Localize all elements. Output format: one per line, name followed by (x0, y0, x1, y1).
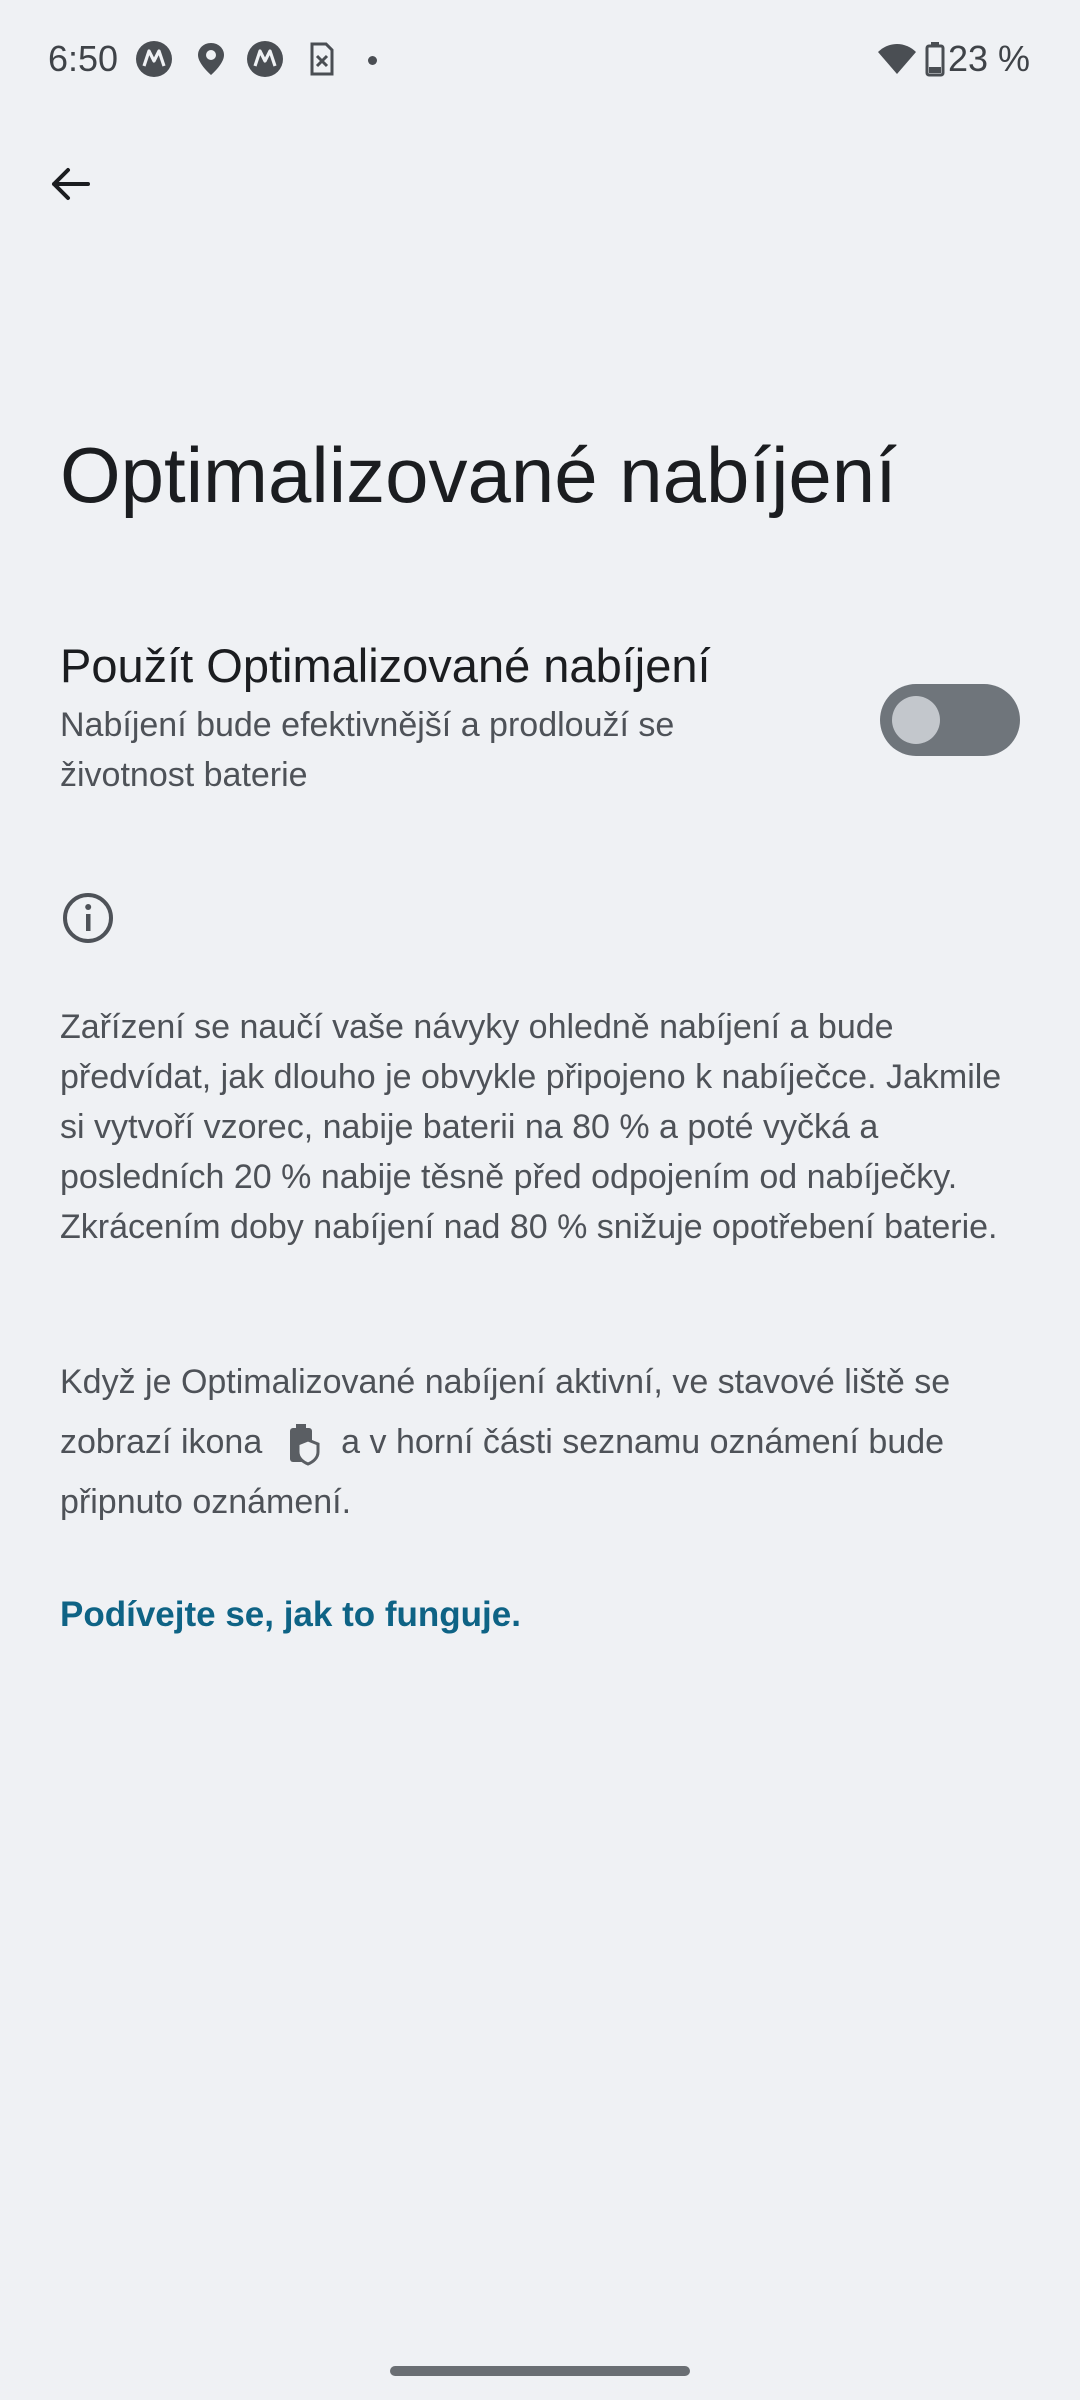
sim-off-icon (310, 42, 334, 76)
battery-percent: 23 % (948, 38, 1031, 79)
battery-shield-icon (289, 1424, 320, 1466)
status-bar: 6:50 23 % (0, 0, 1080, 124)
how-it-works-link[interactable]: Podívejte se, jak to funguje. (60, 1595, 521, 1635)
toggle-knob (892, 696, 940, 744)
gesture-nav-handle[interactable] (390, 2366, 690, 2376)
wifi-icon (878, 44, 916, 74)
optimized-charging-toggle[interactable] (880, 684, 1020, 756)
info-paragraph-2: Když je Optimalizované nabíjení aktivní,… (60, 1352, 1020, 1532)
dot-icon (368, 56, 377, 65)
info-icon (63, 893, 113, 943)
arrow-back-icon (52, 168, 90, 200)
status-time: 6:50 (48, 38, 119, 79)
optimized-charging-setting[interactable]: Použít Optimalizované nabíjení Nabíjení … (0, 620, 1080, 820)
moto-icon (136, 41, 172, 77)
setting-title: Použít Optimalizované nabíjení (60, 639, 711, 692)
moto-icon (247, 41, 283, 77)
setting-summary: Nabíjení bude efektivnější a prodlouží s… (60, 706, 675, 794)
battery-icon (925, 42, 945, 77)
page-title: Optimalizované nabíjení (60, 431, 897, 519)
location-icon (198, 43, 224, 75)
back-button[interactable] (36, 150, 104, 218)
info-paragraph-1: Zařízení se naučí vaše návyky ohledně na… (60, 1008, 1002, 1246)
